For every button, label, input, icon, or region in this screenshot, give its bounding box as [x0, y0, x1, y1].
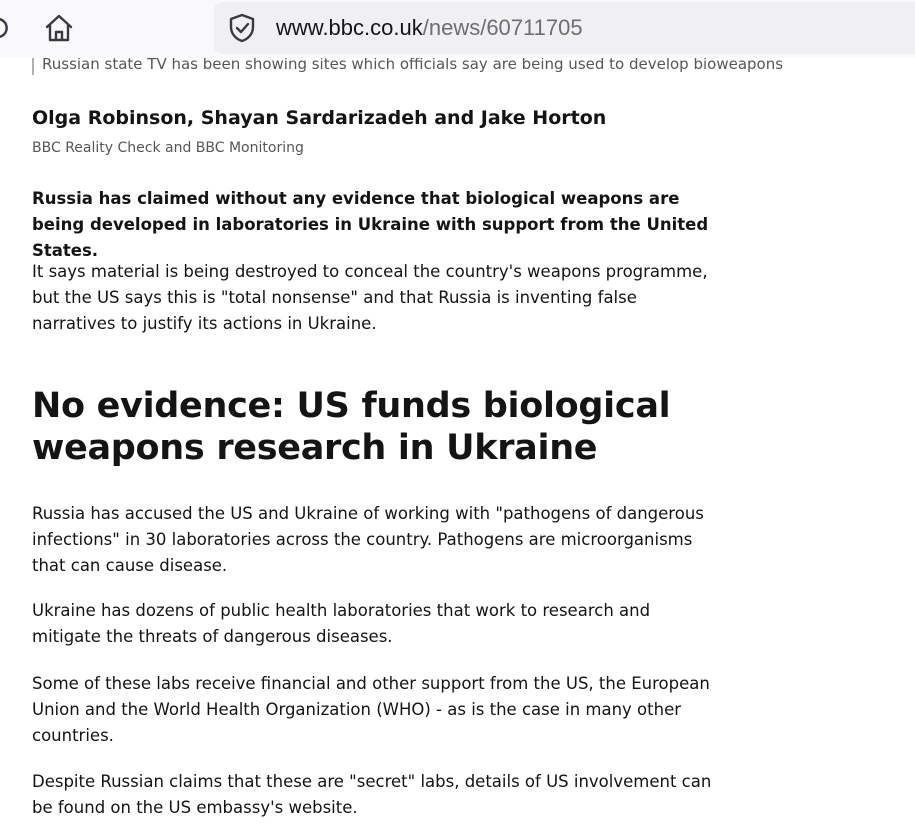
article-paragraph: Despite Russian claims that these are "s… — [32, 772, 712, 817]
article-byline: Olga Robinson, Shayan Sardarizadeh and J… — [32, 107, 607, 129]
reload-icon[interactable] — [0, 15, 10, 41]
shield-check-icon[interactable] — [228, 13, 256, 43]
section-heading: No evidence: US funds biological weapons… — [32, 386, 671, 468]
url-text[interactable]: www.bbc.co.uk/news/60711705 — [276, 15, 583, 41]
article-paragraph: Some of these labs receive financial and… — [32, 674, 710, 745]
article-affiliation: BBC Reality Check and BBC Monitoring — [32, 140, 304, 156]
article-intro: Russia has claimed without any evidence … — [32, 189, 709, 260]
home-icon[interactable] — [44, 13, 74, 43]
browser-toolbar: www.bbc.co.uk/news/60711705 — [0, 0, 915, 58]
url-path: /news/60711705 — [422, 15, 583, 40]
url-host: www.bbc.co.uk — [276, 15, 423, 40]
image-caption: Russian state TV has been showing sites … — [32, 58, 842, 75]
article-paragraph: It says material is being destroyed to c… — [32, 262, 708, 333]
article-paragraph: Russia has accused the US and Ukraine of… — [32, 504, 704, 575]
image-caption-text: Russian state TV has been showing sites … — [42, 58, 784, 73]
article-paragraph: Ukraine has dozens of public health labo… — [32, 601, 651, 646]
